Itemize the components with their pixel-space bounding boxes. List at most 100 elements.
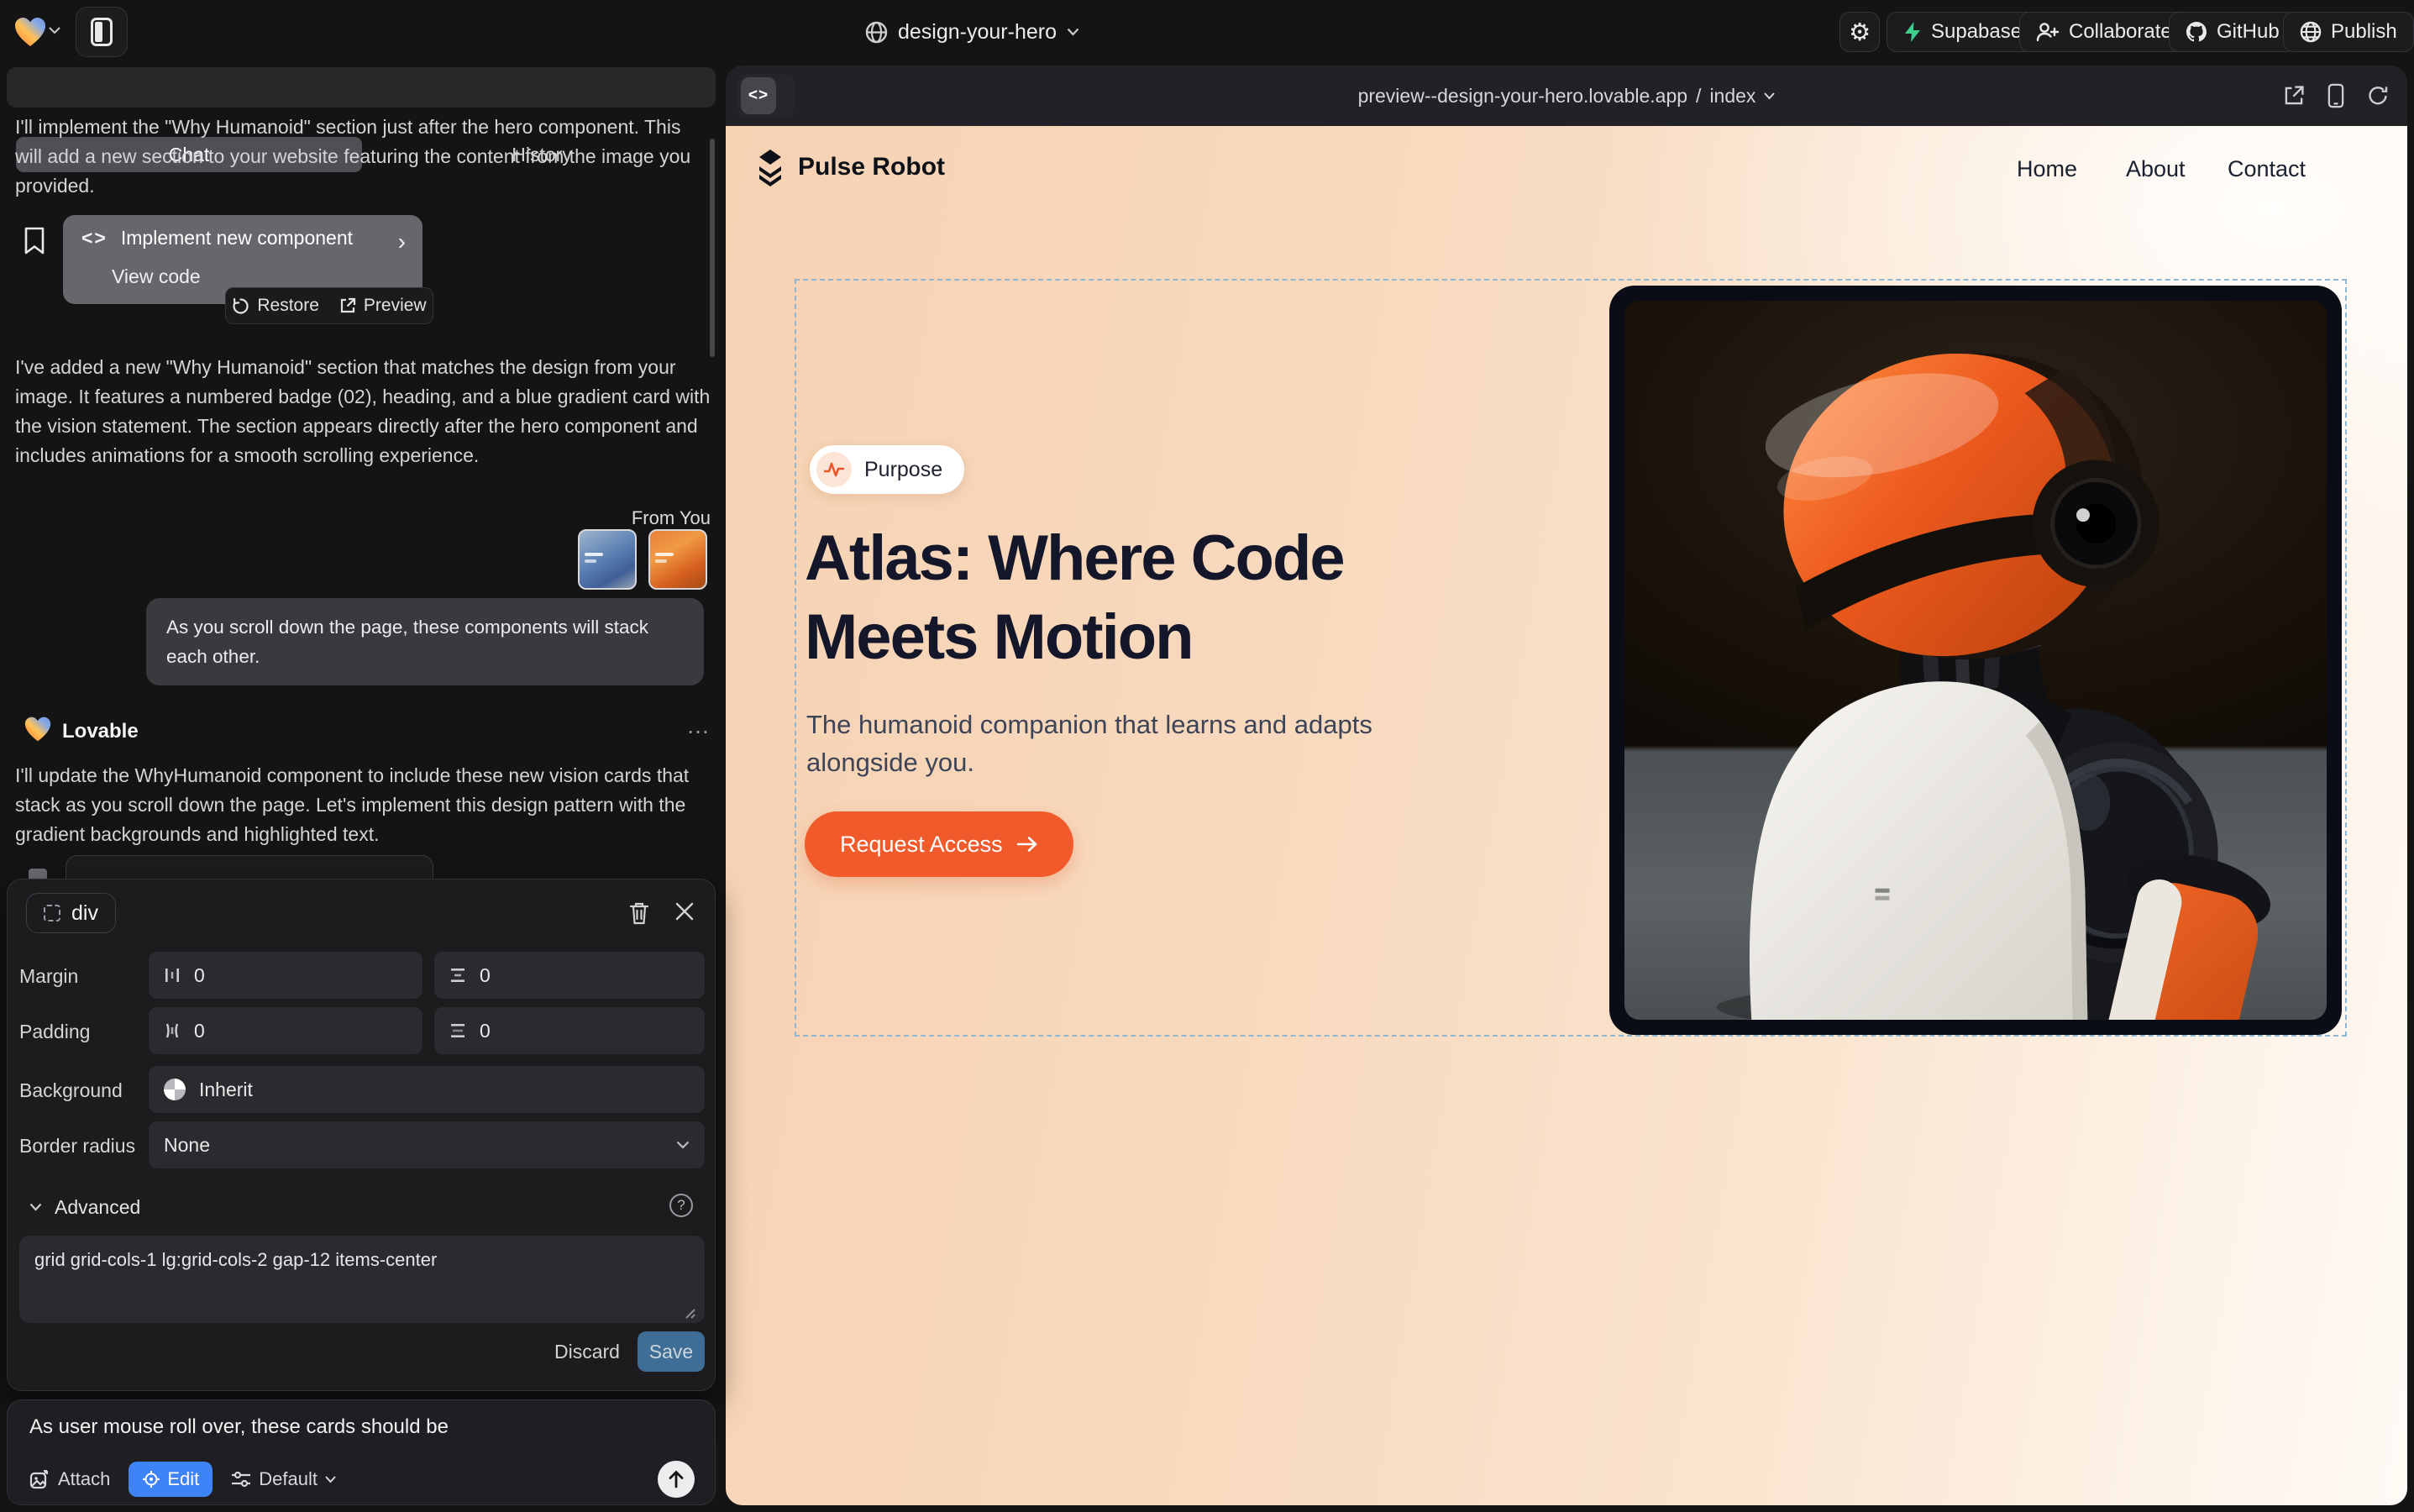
- sidebar-toggle-button[interactable]: [76, 7, 128, 57]
- mode-selector[interactable]: Default: [231, 1468, 336, 1490]
- assistant-message-1: I'll implement the "Why Humanoid" sectio…: [15, 113, 712, 201]
- trash-icon[interactable]: [629, 901, 649, 925]
- user-message-bubble: As you scroll down the page, these compo…: [146, 598, 704, 685]
- project-selector[interactable]: design-your-hero: [865, 0, 1079, 64]
- hero-robot-card: [1609, 286, 2342, 1035]
- project-name: design-your-hero: [898, 20, 1057, 45]
- attachment-thumbnail-blue[interactable]: [578, 529, 637, 590]
- site-nav: Pulse Robot Home About Contact: [753, 148, 2380, 192]
- preview-button[interactable]: Preview: [339, 296, 427, 316]
- attach-image-icon: [29, 1469, 50, 1490]
- preview-toolbar: <> preview--design-your-hero.lovable.app…: [726, 66, 2407, 126]
- hero-subtext: The humanoid companion that learns and a…: [806, 706, 1372, 781]
- border-radius-select[interactable]: None: [149, 1121, 705, 1168]
- chat-scrollbar[interactable]: [710, 139, 715, 357]
- margin-y-input[interactable]: 0: [434, 952, 705, 999]
- supabase-icon: [1903, 21, 1922, 43]
- chevron-down-icon: [1067, 28, 1079, 36]
- advanced-toggle[interactable]: Advanced: [29, 1189, 140, 1226]
- refresh-icon[interactable]: [2367, 85, 2389, 107]
- assistant-message-3: I'll update the WhyHumanoid component to…: [15, 761, 712, 849]
- chevron-down-icon: [325, 1476, 336, 1483]
- mobile-preview-icon[interactable]: [2327, 83, 2345, 108]
- margin-y-icon: [449, 967, 466, 984]
- bookmark-icon[interactable]: [24, 227, 45, 255]
- robot-hero-image: [1624, 301, 2327, 1020]
- view-code-link[interactable]: View code: [112, 265, 201, 288]
- edit-target-icon: [142, 1470, 160, 1488]
- send-arrow-icon: [668, 1470, 685, 1488]
- margin-x-input[interactable]: 0: [149, 952, 422, 999]
- topbar: design-your-hero ⚙ Supabase Collaborate: [0, 0, 2414, 64]
- help-icon[interactable]: ?: [669, 1194, 693, 1217]
- arrow-right-icon: [1016, 836, 1038, 853]
- github-button[interactable]: GitHub: [2169, 12, 2296, 52]
- attach-button[interactable]: Attach: [29, 1468, 110, 1490]
- open-external-icon[interactable]: [2283, 85, 2305, 107]
- nav-link-about[interactable]: About: [2126, 156, 2186, 182]
- padding-x-input[interactable]: 0: [149, 1007, 422, 1054]
- purpose-badge: Purpose: [810, 445, 964, 494]
- preview-page: index: [1709, 85, 1755, 108]
- lovable-logo-icon: [13, 16, 47, 48]
- resize-handle-icon[interactable]: [683, 1306, 696, 1320]
- lovable-app: design-your-hero ⚙ Supabase Collaborate: [0, 0, 2414, 1512]
- settings-button[interactable]: ⚙: [1839, 12, 1880, 52]
- hero-heading: Atlas: Where Code Meets Motion: [805, 519, 1344, 677]
- chevron-down-icon[interactable]: [49, 27, 60, 34]
- pulse-wave-icon: [824, 461, 844, 478]
- collaborate-button[interactable]: Collaborate: [2019, 12, 2189, 52]
- padding-label: Padding: [19, 1021, 90, 1043]
- lovable-avatar-icon: [24, 716, 52, 743]
- close-icon[interactable]: [674, 901, 695, 921]
- attachment-thumbnail-orange[interactable]: [648, 529, 707, 590]
- preview-url-bar[interactable]: preview--design-your-hero.lovable.app / …: [726, 66, 2407, 126]
- composer-input[interactable]: As user mouse roll over, these cards sho…: [29, 1415, 449, 1439]
- restore-button[interactable]: Restore: [232, 296, 319, 316]
- element-box-icon: [44, 905, 60, 921]
- globe-icon: [865, 21, 888, 44]
- chevron-down-icon: [676, 1141, 690, 1149]
- more-options-icon[interactable]: …: [686, 712, 712, 739]
- request-access-button[interactable]: Request Access: [805, 811, 1073, 877]
- nav-link-home[interactable]: Home: [2017, 156, 2077, 182]
- classes-input[interactable]: grid grid-cols-1 lg:grid-cols-2 gap-12 i…: [19, 1236, 705, 1323]
- from-you-label: From You: [15, 507, 711, 529]
- selected-element-pill[interactable]: div: [26, 893, 116, 933]
- nav-link-contact[interactable]: Contact: [2228, 156, 2306, 182]
- send-button[interactable]: [658, 1461, 695, 1498]
- code-icon: <>: [81, 227, 108, 249]
- chevron-down-icon: [1764, 92, 1775, 100]
- restore-icon: [232, 297, 249, 315]
- preview-external-icon: [339, 297, 356, 314]
- discard-button[interactable]: Discard: [545, 1331, 629, 1372]
- border-radius-label: Border radius: [19, 1135, 135, 1158]
- supabase-button[interactable]: Supabase: [1887, 12, 2039, 52]
- edit-mode-button[interactable]: Edit: [129, 1462, 213, 1497]
- save-button[interactable]: Save: [638, 1331, 705, 1372]
- background-input[interactable]: Inherit: [149, 1066, 705, 1113]
- padding-y-input[interactable]: 0: [434, 1007, 705, 1054]
- chevron-down-icon: [29, 1203, 42, 1211]
- sidebar-toggle-icon: [91, 18, 113, 46]
- assistant-name: Lovable: [62, 720, 139, 743]
- partial-version-card[interactable]: [66, 855, 433, 880]
- chevron-right-icon: ›: [398, 228, 406, 255]
- preview-url: preview--design-your-hero.lovable.app: [1358, 85, 1687, 108]
- publish-button[interactable]: Publish: [2283, 12, 2414, 52]
- padding-y-icon: [449, 1022, 466, 1039]
- preview-panel: <> preview--design-your-hero.lovable.app…: [726, 66, 2407, 1505]
- padding-x-icon: [164, 1022, 181, 1039]
- lovable-home-button[interactable]: [12, 13, 49, 50]
- publish-globe-icon: [2300, 21, 2322, 43]
- chat-tabs: Chat History: [7, 67, 716, 108]
- assistant-message-2: I've added a new "Why Humanoid" section …: [15, 353, 712, 470]
- gear-icon: ⚙: [1849, 18, 1871, 47]
- margin-x-icon: [164, 967, 181, 984]
- chat-composer: As user mouse roll over, these cards sho…: [7, 1399, 716, 1505]
- pulse-robot-logo-icon: [753, 148, 788, 186]
- margin-label: Margin: [19, 965, 78, 988]
- collaborate-icon: [2036, 22, 2060, 42]
- site-brand[interactable]: Pulse Robot: [753, 148, 945, 186]
- component-card-title: Implement new component: [121, 227, 353, 249]
